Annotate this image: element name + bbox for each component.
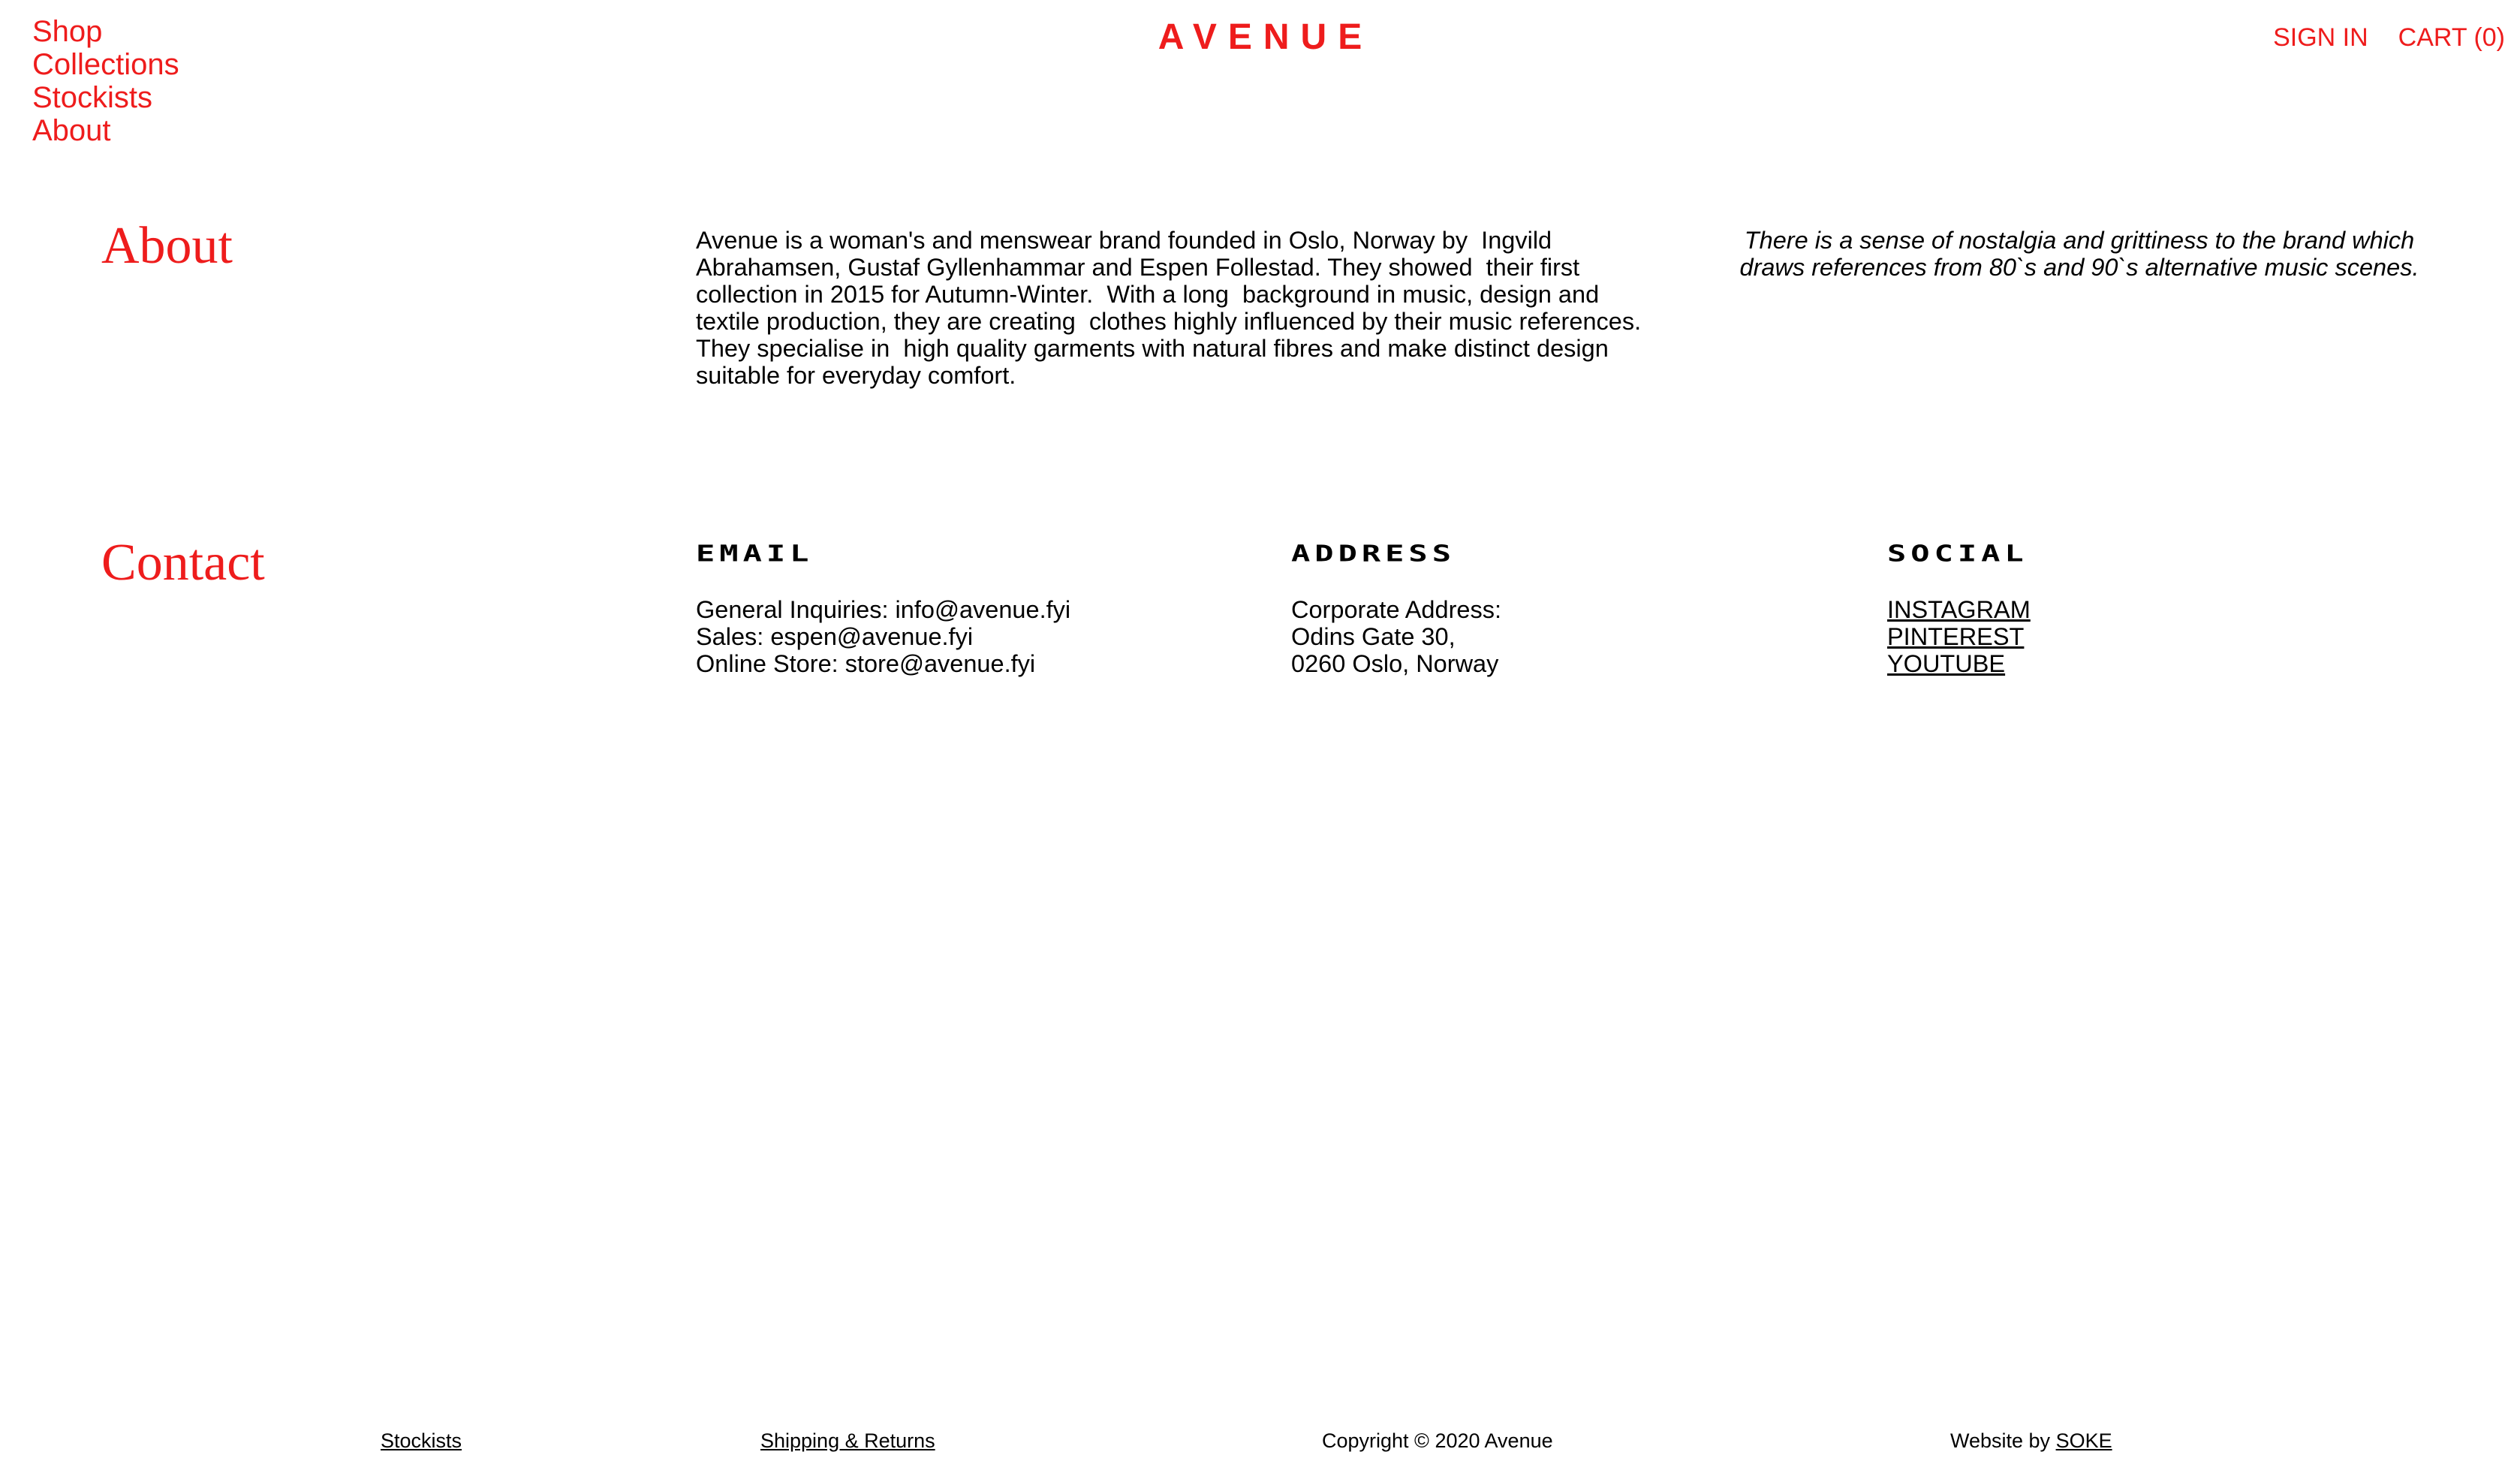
about-quote: There is a sense of nostalgia and gritti… (1739, 227, 2419, 281)
social-title: SOCIAL (1887, 540, 2028, 567)
site-logo-text: AVENUE (1158, 17, 1374, 57)
social-links: INSTAGRAM PINTEREST YOUTUBE (1887, 596, 2413, 677)
address-lines: Corporate Address: Odins Gate 30, 0260 O… (1291, 596, 1817, 677)
email-lines: General Inquiries: info@avenue.fyi Sales… (696, 596, 1221, 677)
footer-copyright: Copyright © 2020 Avenue (1322, 1429, 1553, 1452)
site-logo[interactable]: AVENUE (0, 17, 2520, 59)
address-title: ADDRESS (1291, 540, 1456, 567)
cart-link[interactable]: CART (0) (2398, 23, 2505, 53)
address-line-city: 0260 Oslo, Norway (1291, 650, 1499, 677)
email-online-store: Online Store: store@avenue.fyi (696, 650, 1036, 677)
address-line-label: Corporate Address: (1291, 596, 1502, 623)
youtube-link[interactable]: YOUTUBE (1887, 650, 2005, 677)
email-title: EMAIL (696, 540, 814, 567)
about-body-text: Avenue is a woman's and menswear brand f… (696, 227, 1648, 389)
footer-credit: Website by SOKE (1950, 1428, 2112, 1453)
instagram-link[interactable]: INSTAGRAM (1887, 596, 2031, 623)
pinterest-link[interactable]: PINTEREST (1887, 623, 2024, 650)
email-general-inquiries: General Inquiries: info@avenue.fyi (696, 596, 1071, 623)
nav-stockists-link[interactable]: Stockists (32, 81, 179, 114)
account-nav: SIGN IN CART (0) (2273, 23, 2505, 53)
footer-shipping-item: Shipping & Returns (760, 1428, 935, 1453)
sign-in-link[interactable]: SIGN IN (2273, 23, 2368, 53)
nav-about-link[interactable]: About (32, 114, 179, 147)
footer-credit-prefix: Website by (1950, 1429, 2056, 1452)
address-line-street: Odins Gate 30, (1291, 623, 1456, 650)
email-sales: Sales: espen@avenue.fyi (696, 623, 974, 650)
footer-stockists-link[interactable]: Stockists (381, 1429, 462, 1452)
social-column: SOCIAL INSTAGRAM PINTEREST YOUTUBE (1887, 541, 2413, 677)
contact-heading: Contact (101, 534, 265, 592)
soke-link[interactable]: SOKE (2056, 1429, 2112, 1452)
address-column: ADDRESS Corporate Address: Odins Gate 30… (1291, 541, 1817, 677)
footer-stockists-item: Stockists (381, 1428, 462, 1453)
email-column: EMAIL General Inquiries: info@avenue.fyi… (696, 541, 1221, 677)
footer: Stockists Shipping & Returns Copyright ©… (0, 1428, 2520, 1458)
about-heading: About (101, 217, 233, 275)
footer-shipping-link[interactable]: Shipping & Returns (760, 1429, 935, 1452)
